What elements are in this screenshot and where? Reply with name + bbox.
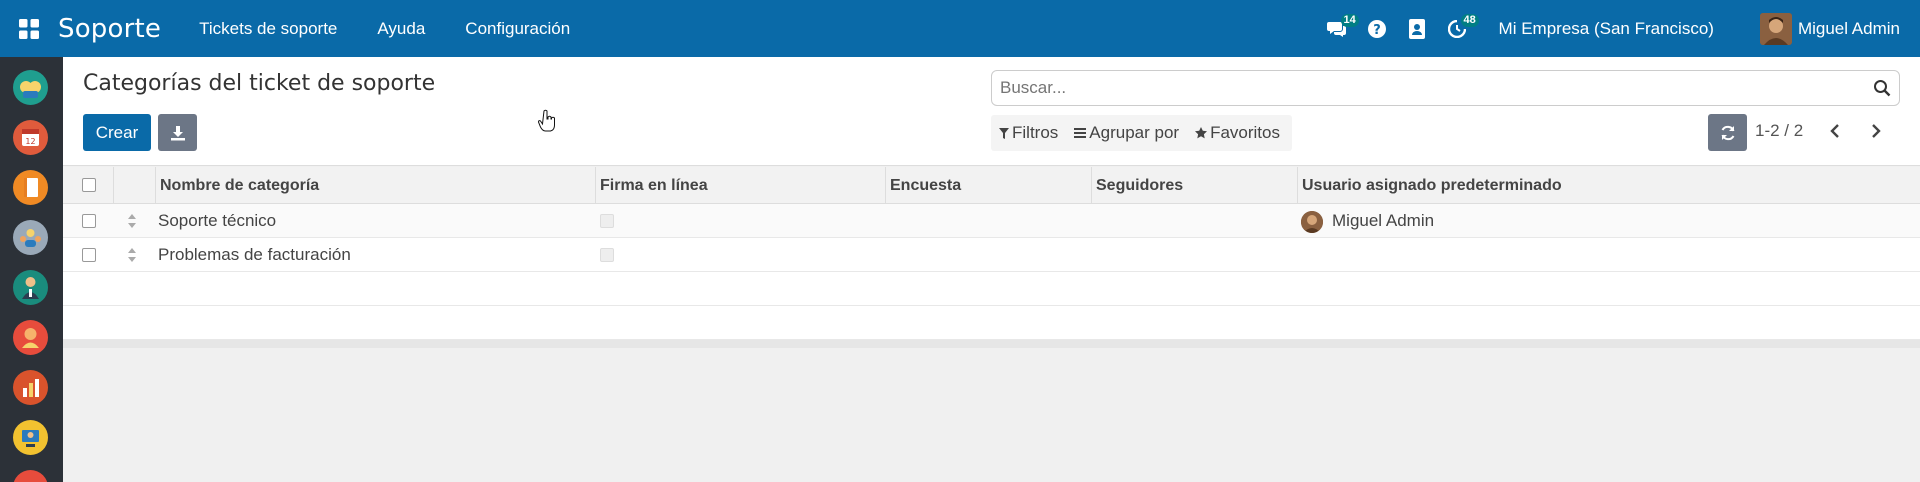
table-row[interactable]: Soporte técnico Miguel Admin [63, 204, 1920, 238]
favorites-label: Favoritos [1210, 123, 1280, 142]
reload-button[interactable] [1708, 114, 1747, 151]
chevron-left-icon[interactable] [1828, 123, 1842, 139]
refresh-icon [1721, 125, 1734, 140]
user-name: Miguel Admin [1797, 18, 1900, 38]
column-name[interactable]: Nombre de categoría [155, 167, 595, 204]
bars-icon [1074, 128, 1087, 138]
search-options: Filtros Agrupar por Favoritos [991, 115, 1292, 151]
support-agent-app-icon[interactable] [13, 420, 48, 455]
assigned-user: Miguel Admin [1332, 211, 1435, 230]
table-header: Nombre de categoría Firma en línea Encue… [63, 167, 1920, 204]
search-icon[interactable] [1873, 79, 1891, 97]
activities-button[interactable]: 48 [1437, 0, 1479, 57]
menu-tickets[interactable]: Tickets de soporte [199, 19, 337, 39]
column-survey[interactable]: Encuesta [885, 167, 1091, 204]
page-title: Categorías del ticket de soporte [83, 71, 436, 96]
chevron-right-icon[interactable] [1869, 123, 1883, 139]
app-brand[interactable]: Soporte [58, 14, 161, 44]
drag-handle-icon[interactable] [127, 213, 137, 229]
table-row[interactable]: Problemas de facturación [63, 238, 1920, 272]
column-default-user[interactable]: Usuario asignado predeterminado [1297, 167, 1920, 204]
avatar [1301, 211, 1323, 233]
pager-value[interactable]: 1-2 / 2 [1755, 121, 1803, 141]
apps-sidebar: 12 [0, 57, 63, 482]
row-checkbox[interactable] [82, 214, 96, 228]
online-signature-checkbox [600, 214, 614, 228]
avatar [1759, 12, 1792, 45]
company-switcher[interactable]: Mi Empresa (San Francisco) [1499, 19, 1714, 39]
column-drag [113, 167, 135, 204]
help-button[interactable]: ? [1357, 0, 1397, 57]
svg-text:12: 12 [25, 137, 35, 146]
filters-dropdown[interactable]: Filtros [999, 123, 1058, 143]
svg-text:?: ? [1373, 23, 1381, 38]
app-menu-button[interactable] [0, 0, 58, 57]
star-icon [1195, 127, 1208, 139]
select-all-checkbox[interactable] [82, 178, 96, 192]
activities-badge: 48 [1460, 14, 1479, 27]
filters-label: Filtros [1012, 123, 1059, 142]
empty-row [63, 272, 1920, 306]
column-followers[interactable]: Seguidores [1091, 167, 1297, 204]
extra-app-icon[interactable] [13, 470, 48, 482]
search-input[interactable] [992, 71, 1852, 105]
favorites-dropdown[interactable]: Favoritos [1195, 123, 1280, 143]
empty-row [63, 306, 1920, 340]
group-by-dropdown[interactable]: Agrupar por [1074, 123, 1179, 143]
top-navbar: Soporte Tickets de soporte Ayuda Configu… [0, 0, 1920, 57]
category-list: Nombre de categoría Firma en línea Encue… [63, 167, 1920, 348]
main-content: Categorías del ticket de soporte Crear F… [63, 57, 1920, 482]
online-signature-checkbox [600, 248, 614, 262]
export-button[interactable] [158, 114, 197, 151]
filter-icon [999, 127, 1009, 139]
employee-app-icon[interactable] [13, 270, 48, 305]
category-name: Soporte técnico [158, 211, 277, 230]
hand-cursor-icon [538, 109, 555, 132]
menu-help[interactable]: Ayuda [377, 19, 425, 39]
control-panel: Categorías del ticket de soporte Crear F… [63, 57, 1920, 166]
team-app-icon[interactable] [13, 220, 48, 255]
column-online-signature[interactable]: Firma en línea [595, 167, 885, 204]
category-name: Problemas de facturación [158, 245, 351, 264]
notes-app-icon[interactable] [13, 170, 48, 205]
contacts-button[interactable] [1397, 0, 1437, 57]
helpdesk-app-icon[interactable] [13, 320, 48, 355]
address-book-icon [1408, 18, 1425, 39]
row-checkbox[interactable] [82, 248, 96, 262]
messages-button[interactable]: 14 [1317, 0, 1359, 57]
search-bar [991, 70, 1900, 106]
table-footer [63, 340, 1920, 348]
drag-handle-icon[interactable] [127, 247, 137, 263]
tickets-app-icon[interactable] [13, 70, 48, 105]
download-icon [170, 125, 185, 140]
question-circle-icon: ? [1367, 19, 1386, 38]
user-menu[interactable]: Miguel Admin [1759, 12, 1900, 45]
calendar-app-icon[interactable]: 12 [13, 120, 48, 155]
menu-configuration[interactable]: Configuración [465, 19, 570, 39]
grid-icon [19, 18, 39, 39]
reporting-app-icon[interactable] [13, 370, 48, 405]
group-by-label: Agrupar por [1089, 123, 1180, 142]
create-button[interactable]: Crear [83, 114, 151, 151]
